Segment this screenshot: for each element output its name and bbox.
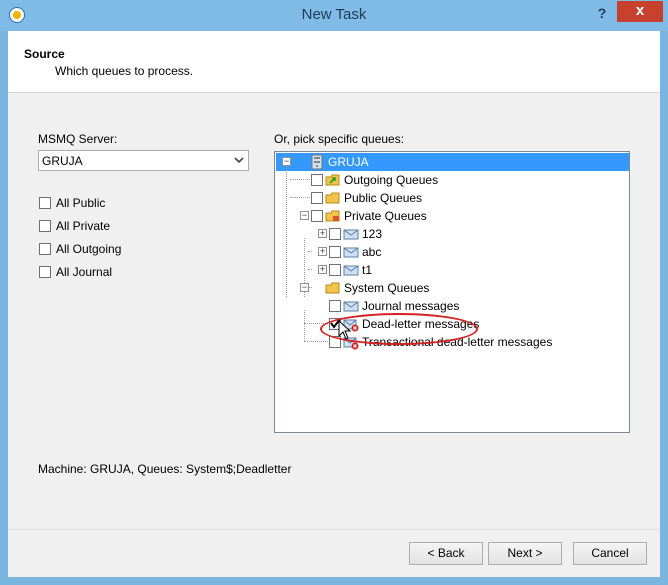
- private-folder-icon: [325, 210, 340, 222]
- queue-tree[interactable]: − GRUJA Outgoing Queues Public Queues −: [274, 151, 630, 433]
- collapse-icon[interactable]: −: [300, 283, 309, 292]
- tree-node-queue-abc[interactable]: + abc: [275, 243, 628, 261]
- msmq-server-label: MSMQ Server:: [38, 132, 118, 146]
- checkbox-box[interactable]: [39, 266, 51, 278]
- tree-node-label: Outgoing Queues: [344, 173, 439, 187]
- queue-icon: [343, 247, 359, 258]
- expand-icon[interactable]: +: [318, 265, 327, 274]
- expand-icon[interactable]: +: [318, 247, 327, 256]
- server-icon: [311, 154, 323, 170]
- checkbox-box[interactable]: [329, 300, 341, 312]
- folder-icon: [325, 282, 340, 294]
- checkbox-label: All Private: [56, 219, 111, 233]
- tree-node-label: abc: [362, 245, 382, 259]
- tree-node-system-queues[interactable]: − System Queues: [275, 279, 628, 297]
- tree-node-label: Journal messages: [362, 299, 460, 313]
- tree-node-queue-t1[interactable]: + t1: [275, 261, 628, 279]
- cancel-button[interactable]: Cancel: [573, 542, 647, 565]
- expand-icon[interactable]: +: [318, 229, 327, 238]
- outgoing-folder-icon: [325, 174, 340, 186]
- checkbox-box[interactable]: [311, 174, 323, 186]
- chevron-down-icon: [234, 157, 244, 164]
- tree-node-private-queues[interactable]: − Private Queues: [275, 207, 628, 225]
- tree-node-label: Private Queues: [344, 209, 427, 223]
- msmq-server-combo[interactable]: GRUJA: [38, 150, 249, 171]
- selection-status: Machine: GRUJA, Queues: System$;Deadlett…: [38, 462, 292, 476]
- help-button[interactable]: ?: [592, 4, 612, 24]
- checkbox-box[interactable]: [39, 197, 51, 209]
- next-button[interactable]: Next >: [488, 542, 562, 565]
- queue-icon: [343, 265, 359, 276]
- tree-node-public-queues[interactable]: Public Queues: [275, 189, 628, 207]
- wizard-client: Source Which queues to process. MSMQ Ser…: [8, 31, 660, 577]
- window-title: New Task: [301, 6, 367, 23]
- tree-node-gruja[interactable]: − GRUJA: [275, 153, 628, 171]
- close-icon: x: [635, 2, 645, 19]
- checkbox-box[interactable]: [39, 243, 51, 255]
- checkbox-box[interactable]: [329, 246, 341, 258]
- tree-node-label: Public Queues: [344, 191, 423, 205]
- title-bar[interactable]: New Task ? x: [0, 0, 668, 31]
- close-button[interactable]: x: [617, 1, 663, 22]
- tree-node-label: 123: [362, 227, 383, 241]
- tree-node-outgoing-queues[interactable]: Outgoing Queues: [275, 171, 628, 189]
- checkbox-box[interactable]: [311, 210, 323, 222]
- wizard-header: Source Which queues to process.: [8, 31, 660, 93]
- checkbox-label: All Outgoing: [56, 242, 122, 256]
- checkbox-label: All Public: [56, 196, 106, 210]
- pick-queues-label: Or, pick specific queues:: [274, 132, 405, 146]
- collapse-icon[interactable]: −: [282, 157, 291, 166]
- back-button[interactable]: < Back: [409, 542, 483, 565]
- checkbox-box[interactable]: [39, 220, 51, 232]
- tree-node-label: t1: [362, 263, 373, 277]
- checkbox-box[interactable]: [329, 228, 341, 240]
- divider: [8, 529, 660, 530]
- queue-icon: [343, 229, 359, 240]
- checkbox-box[interactable]: [329, 264, 341, 276]
- msmq-server-value: GRUJA: [42, 154, 83, 168]
- journal-queue-icon: [343, 301, 359, 312]
- checkbox-label: All Journal: [56, 265, 113, 279]
- checkbox-box[interactable]: [311, 192, 323, 204]
- new-task-window: New Task ? x Source Which queues to proc…: [0, 0, 668, 585]
- mouse-cursor-icon: [338, 320, 352, 340]
- tree-node-label: System Queues: [344, 281, 430, 295]
- tree-node-journal-messages[interactable]: Journal messages: [275, 297, 628, 315]
- tree-node-queue-123[interactable]: + 123: [275, 225, 628, 243]
- folder-icon: [325, 192, 340, 204]
- collapse-icon[interactable]: −: [300, 211, 309, 220]
- page-subtitle: Which queues to process.: [55, 64, 194, 78]
- tree-node-label: GRUJA: [328, 155, 369, 169]
- page-title: Source: [24, 47, 65, 61]
